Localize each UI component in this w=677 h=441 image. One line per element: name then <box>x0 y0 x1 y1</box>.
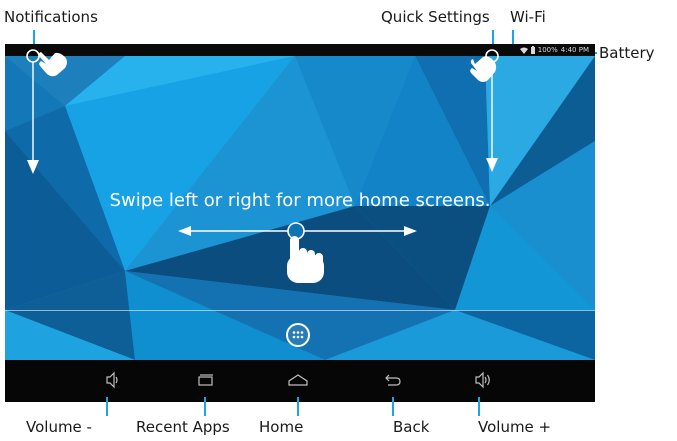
battery-icon <box>530 46 535 54</box>
volume-up-callout-label: Volume + <box>478 418 552 436</box>
recent-apps-button[interactable] <box>191 367 219 393</box>
volume-down-callout-line <box>106 397 108 416</box>
home-button[interactable] <box>284 367 312 393</box>
all-apps-icon <box>292 331 304 339</box>
status-bar[interactable]: 100% 4:40 PM <box>5 44 595 56</box>
all-apps-button[interactable] <box>286 323 310 347</box>
recent-apps-callout-label: Recent Apps <box>136 418 230 436</box>
home-icon <box>288 374 308 386</box>
wifi-icon <box>519 47 528 54</box>
back-callout-line <box>392 397 394 416</box>
home-callout-line <box>297 397 299 416</box>
tablet-screen: 100% 4:40 PM Swipe left or right for mor… <box>5 44 595 402</box>
back-icon <box>385 374 401 386</box>
wifi-callout-label: Wi-Fi <box>510 8 546 26</box>
status-icons: 100% 4:40 PM <box>519 44 589 56</box>
volume-down-callout-label: Volume - <box>26 418 92 436</box>
recent-apps-icon <box>198 374 213 386</box>
volume-down-icon <box>106 371 118 389</box>
navigation-bar <box>5 360 595 402</box>
back-button[interactable] <box>378 367 406 393</box>
volume-up-button[interactable] <box>468 367 496 393</box>
volume-down-button[interactable] <box>98 367 126 393</box>
notifications-callout-label: Notifications <box>4 8 98 26</box>
home-callout-label: Home <box>259 418 304 436</box>
back-callout-label: Back <box>393 418 430 436</box>
status-time: 4:40 PM <box>560 46 589 54</box>
volume-up-icon <box>475 371 490 389</box>
battery-callout-label: Battery <box>599 44 655 62</box>
quick-settings-callout-label: Quick Settings <box>381 8 490 26</box>
battery-percent: 100% <box>537 46 558 54</box>
volume-up-callout-line <box>478 397 480 416</box>
dock-divider <box>5 310 595 311</box>
home-screen-tip: Swipe left or right for more home screen… <box>109 190 491 211</box>
recent-apps-callout-line <box>204 397 206 416</box>
